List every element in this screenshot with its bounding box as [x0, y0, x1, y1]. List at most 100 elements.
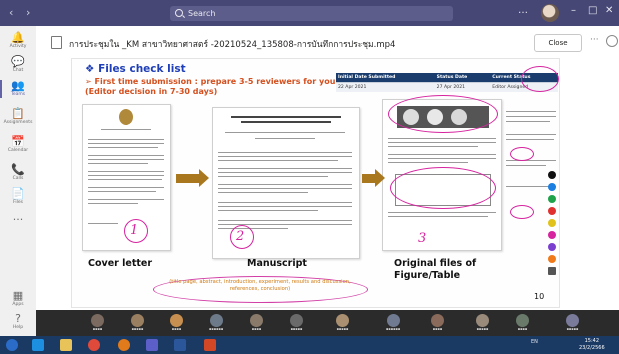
participant-tile[interactable]: ▪▪▪▪: [170, 314, 183, 331]
file-video-icon: [51, 36, 62, 49]
rail-label: Files: [13, 200, 23, 205]
participant-tile[interactable]: ▪▪▪▪: [516, 314, 529, 331]
slide-heading: ❖ Files check list: [85, 63, 186, 75]
table-cell: 22 Apr 2021: [336, 82, 435, 92]
rail-label: Calls: [12, 176, 24, 181]
maximize-icon[interactable]: □: [588, 5, 597, 16]
rail-item-more[interactable]: ···: [0, 214, 36, 226]
apps-icon: ▦: [12, 289, 24, 302]
participant-tile[interactable]: ▪▪▪▪: [431, 314, 444, 331]
pen-circle-annotation: [390, 167, 496, 209]
assignments-icon: 📋: [11, 107, 25, 120]
language-indicator[interactable]: EN: [531, 339, 538, 345]
ink-toolbar: [548, 171, 558, 295]
ink-color-yellow[interactable]: [548, 219, 556, 227]
eraser-icon[interactable]: [548, 267, 556, 275]
chat-icon: 💬: [11, 55, 25, 68]
pen-circle-annotation: [521, 66, 559, 92]
minimize-icon[interactable]: –: [571, 5, 576, 16]
rail-item-calls[interactable]: 📞 Calls: [0, 164, 36, 182]
manuscript-caption: Manuscript: [247, 258, 307, 269]
participant-tile[interactable]: ▪▪▪▪: [250, 314, 263, 331]
slide-page-number: 10: [534, 292, 545, 301]
participant-tile[interactable]: ▪▪▪▪▪: [476, 314, 489, 331]
chrome-icon[interactable]: [88, 339, 100, 351]
ink-color-magenta[interactable]: [548, 231, 556, 239]
rail-label: Chat: [12, 68, 24, 73]
manuscript-note: (title page, abstract, introduction, exp…: [169, 279, 351, 292]
rail-label: Apps: [12, 302, 24, 307]
participant-tile[interactable]: ▪▪▪▪▪: [290, 314, 303, 331]
pen-circle-annotation: [124, 219, 148, 243]
teams-taskbar-icon[interactable]: [146, 339, 158, 351]
search-placeholder: Search: [188, 9, 216, 18]
rail-item-help[interactable]: ? Help: [0, 313, 36, 331]
file-header: การประชุมใน _KM สาขาวิทยาศาสตร์ -2021052…: [36, 26, 619, 61]
right-arrow-icon: [176, 169, 209, 187]
rail-item-chat[interactable]: 💬 Chat: [0, 56, 36, 74]
right-arrow-icon: [362, 169, 385, 187]
pen-circle-annotation: [230, 225, 254, 249]
more-options-icon[interactable]: ···: [590, 35, 599, 45]
rail-label: Help: [12, 325, 24, 330]
rail-item-calendar[interactable]: 📅 Calendar: [0, 136, 36, 154]
rail-item-assignments[interactable]: 📋 Assignments: [0, 108, 36, 126]
rail-label: Teams: [10, 92, 26, 97]
rail-item-activity[interactable]: 🔔 Activity: [0, 32, 36, 50]
powerpoint-icon[interactable]: [204, 339, 216, 351]
video-player-slide[interactable]: ❖ Files check list ➢ First time submissi…: [71, 58, 560, 308]
participant-tile[interactable]: ▪▪▪▪▪▪: [386, 314, 400, 331]
help-icon: ?: [15, 312, 21, 325]
taskbar-clock[interactable]: 15:42 23/2/2566: [579, 338, 605, 351]
refresh-icon[interactable]: [606, 35, 618, 47]
file-title: การประชุมใน _KM สาขาวิทยาศาสตร์ -2021052…: [69, 40, 396, 50]
pen-circle-annotation: [510, 147, 534, 161]
table-header: Initial Date Submitted: [336, 73, 435, 83]
ink-color-red[interactable]: [548, 207, 556, 215]
cover-letter-caption: Cover letter: [88, 258, 153, 269]
table-header: Status Date: [434, 73, 491, 83]
ink-color-blue[interactable]: [548, 183, 556, 191]
participant-tile[interactable]: ▪▪▪▪: [91, 314, 104, 331]
files-icon: 📄: [11, 187, 25, 200]
file-explorer-icon[interactable]: [60, 339, 72, 351]
figures-caption: Original files of Figure/Table: [394, 258, 477, 281]
firefox-icon[interactable]: [118, 339, 130, 351]
search-input[interactable]: Search: [170, 6, 453, 21]
os-taskbar: EN 15:42 23/2/2566: [0, 336, 619, 354]
table-cell: 27 Apr 2021: [434, 82, 491, 92]
pen-number: 3: [418, 231, 427, 246]
clock-date: 23/2/2566: [579, 344, 605, 351]
participant-tile[interactable]: ▪▪▪▪▪: [336, 314, 349, 331]
calendar-icon: 📅: [11, 135, 25, 148]
teams-icon: 👥: [11, 79, 25, 92]
word-icon[interactable]: [174, 339, 186, 351]
title-bar: ‹ › Search … – □ ✕: [0, 0, 619, 26]
calls-icon: 📞: [11, 163, 25, 176]
start-button-icon[interactable]: [6, 339, 18, 351]
app-rail: 🔔 Activity 💬 Chat 👥 Teams 📋 Assignments 📅 Cal…: [0, 26, 37, 336]
ink-color-orange[interactable]: [548, 255, 556, 263]
ie-browser-icon[interactable]: [32, 339, 44, 351]
activity-icon: 🔔: [11, 31, 25, 44]
forward-arrow-icon[interactable]: ›: [26, 6, 30, 19]
pen-circle-annotation: [510, 205, 534, 219]
ink-color-purple[interactable]: [548, 243, 556, 251]
ink-color-black[interactable]: [548, 171, 556, 179]
rail-label: Activity: [9, 44, 27, 49]
participant-tile[interactable]: ▪▪▪▪▪▪: [209, 314, 223, 331]
rail-item-apps[interactable]: ▦ Apps: [0, 290, 36, 308]
university-logo-icon: [119, 109, 133, 125]
user-avatar[interactable]: [541, 4, 559, 22]
rail-item-teams[interactable]: 👥 Teams: [0, 80, 36, 98]
ink-color-green[interactable]: [548, 195, 556, 203]
participant-strip: ▪▪▪▪ ▪▪▪▪▪ ▪▪▪▪ ▪▪▪▪▪▪ ▪▪▪▪ ▪▪▪▪▪ ▪▪▪▪▪ …: [36, 310, 619, 336]
participant-tile[interactable]: ▪▪▪▪▪: [566, 314, 579, 331]
search-icon: [175, 9, 183, 17]
more-options-icon[interactable]: …: [518, 5, 528, 16]
back-arrow-icon[interactable]: ‹: [9, 6, 13, 19]
close-button[interactable]: Close: [534, 34, 582, 52]
close-window-icon[interactable]: ✕: [605, 5, 613, 16]
rail-item-files[interactable]: 📄 Files: [0, 188, 36, 206]
participant-tile[interactable]: ▪▪▪▪▪: [131, 314, 144, 331]
